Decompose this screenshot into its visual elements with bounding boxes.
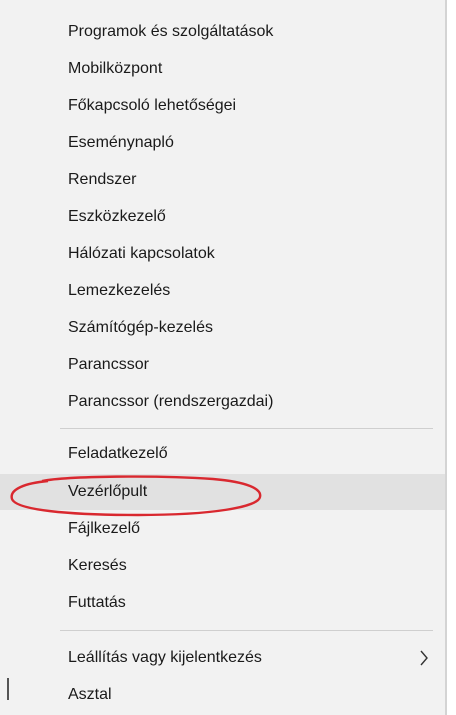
- menu-separator: [60, 428, 433, 429]
- menu-item-futtatas[interactable]: Futtatás: [0, 585, 445, 621]
- menu-item-fokapcsolo[interactable]: Főkapcsoló lehetőségei: [0, 88, 445, 124]
- menu-item-label: Mobilközpont: [68, 60, 163, 77]
- menu-item-label: Számítógép-kezelés: [68, 319, 213, 336]
- menu-item-fajlkezelo[interactable]: Fájlkezelő: [0, 511, 445, 547]
- left-edge-marker: [7, 678, 9, 700]
- menu-item-label: Parancssor: [68, 356, 149, 373]
- menu-item-label: Leállítás vagy kijelentkezés: [68, 649, 262, 666]
- menu-item-rendszer[interactable]: Rendszer: [0, 162, 445, 198]
- menu-item-label: Feladatkezelő: [68, 445, 168, 462]
- menu-item-label: Eszközkezelő: [68, 208, 166, 225]
- context-menu: Programok és szolgáltatások Mobilközpont…: [0, 0, 447, 715]
- menu-item-label: Eseménynapló: [68, 134, 174, 151]
- menu-item-parancssor[interactable]: Parancssor: [0, 347, 445, 383]
- menu-item-label: Parancssor (rendszergazdai): [68, 393, 274, 410]
- menu-item-leallitas[interactable]: Leállítás vagy kijelentkezés: [0, 640, 445, 676]
- menu-item-kereses[interactable]: Keresés: [0, 548, 445, 584]
- menu-item-vezerlopult[interactable]: Vezérlőpult: [0, 474, 445, 510]
- menu-item-asztal[interactable]: Asztal: [0, 677, 445, 713]
- menu-item-parancssor-admin[interactable]: Parancssor (rendszergazdai): [0, 384, 445, 420]
- menu-item-halozati-kapcsolatok[interactable]: Hálózati kapcsolatok: [0, 236, 445, 272]
- menu-item-label: Keresés: [68, 557, 127, 574]
- chevron-right-icon: [420, 650, 428, 666]
- menu-item-label: Vezérlőpult: [68, 483, 148, 500]
- menu-item-label: Asztal: [68, 686, 112, 703]
- menu-item-eszkozkezelo[interactable]: Eszközkezelő: [0, 199, 445, 235]
- menu-item-mobilkozpont[interactable]: Mobilközpont: [0, 51, 445, 87]
- menu-item-feladatkezelo[interactable]: Feladatkezelő: [0, 436, 445, 472]
- menu-item-label: Rendszer: [68, 171, 137, 188]
- menu-item-label: Futtatás: [68, 594, 126, 611]
- menu-item-label: Fájlkezelő: [68, 520, 141, 537]
- menu-item-label: Programok és szolgáltatások: [68, 23, 274, 40]
- menu-separator: [60, 630, 433, 631]
- menu-item-label: Lemezkezelés: [68, 282, 171, 299]
- menu-item-szamitogep-kezeles[interactable]: Számítógép-kezelés: [0, 310, 445, 346]
- menu-item-esemenynaplo[interactable]: Eseménynapló: [0, 125, 445, 161]
- menu-item-label: Főkapcsoló lehetőségei: [68, 97, 237, 114]
- menu-item-programok[interactable]: Programok és szolgáltatások: [0, 14, 445, 50]
- menu-item-lemezkezeles[interactable]: Lemezkezelés: [0, 273, 445, 309]
- menu-item-label: Hálózati kapcsolatok: [68, 245, 215, 262]
